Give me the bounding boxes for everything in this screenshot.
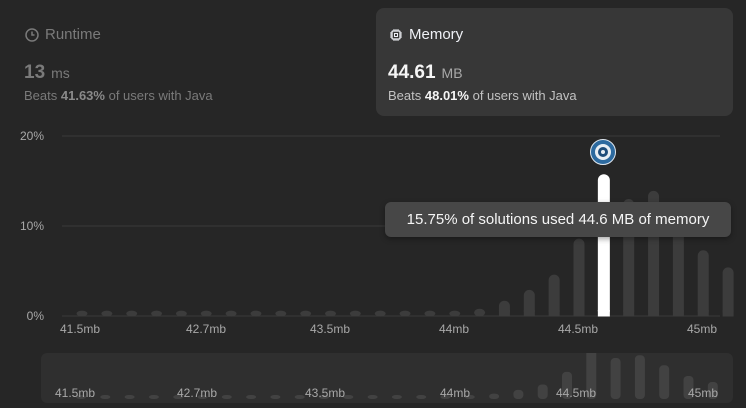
minimap-x-tick-label: 43.5mb xyxy=(305,386,345,400)
chart-range-minimap[interactable]: 41.5mb 42.7mb 43.5mb 44mb 44.5mb 45mb xyxy=(41,353,733,403)
minimap-bar xyxy=(659,365,670,399)
runtime-value: 13 ms xyxy=(24,62,70,84)
chart-bar-base xyxy=(548,310,560,317)
chart-bar xyxy=(250,310,262,317)
chart-bar-base xyxy=(523,310,535,317)
minimap-bar xyxy=(221,395,232,399)
minimap-x-tick-label: 42.7mb xyxy=(177,386,217,400)
runtime-beats-prefix: Beats xyxy=(24,88,58,103)
chart-bar-base xyxy=(722,310,734,317)
memory-beats-pct: 48.01% xyxy=(424,88,469,103)
x-tick-label: 44mb xyxy=(439,322,469,336)
chart-bar xyxy=(101,310,113,317)
chart-bar-base xyxy=(697,310,709,317)
y-tick-label: 0% xyxy=(27,309,45,323)
chart-bar-base xyxy=(573,310,585,317)
chart-bar xyxy=(76,310,88,317)
chart-bar-base xyxy=(623,310,635,317)
chart-bar xyxy=(449,310,461,317)
minimap-bar xyxy=(489,393,500,399)
x-tick-label: 45mb xyxy=(687,322,717,336)
chart-bar xyxy=(325,310,336,317)
memory-card[interactable]: Memory 44.61 MB Beats 48.01% of users wi… xyxy=(376,8,733,116)
runtime-number: 13 xyxy=(24,62,46,83)
chart-bar xyxy=(399,310,411,317)
minimap-x-tick-label: 44.5mb xyxy=(556,386,596,400)
memory-number: 44.61 xyxy=(388,62,436,83)
chart-bar xyxy=(424,310,436,317)
minimap-bar xyxy=(513,389,524,399)
minimap-bar xyxy=(246,395,257,399)
runtime-card[interactable]: Runtime 13 ms Beats 41.63% of users with… xyxy=(12,8,357,116)
minimap-bar xyxy=(294,395,305,399)
x-tick-label: 41.5mb xyxy=(60,322,100,336)
minimap-x-tick-label: 41.5mb xyxy=(55,386,95,400)
highlighted-bar-base xyxy=(597,310,610,317)
avatar xyxy=(590,139,616,165)
chart-bar xyxy=(175,310,187,317)
chart-bar xyxy=(200,310,212,317)
highlighted-bar xyxy=(597,174,610,317)
y-tick-label: 10% xyxy=(20,219,44,233)
minimap-bar xyxy=(124,395,135,399)
runtime-title: Runtime xyxy=(45,26,101,43)
memory-title: Memory xyxy=(409,26,464,43)
minimap-bar xyxy=(367,395,378,399)
x-tick-label: 44.5mb xyxy=(558,322,598,336)
clock-icon xyxy=(24,27,40,43)
minimap-bar xyxy=(416,395,427,399)
memory-beats: Beats 48.01% of users with Java xyxy=(388,88,577,103)
minimap-bar xyxy=(270,395,281,399)
chart-bar xyxy=(697,250,709,317)
chart-bar xyxy=(374,310,386,317)
runtime-unit: ms xyxy=(51,65,70,81)
chart-bar xyxy=(126,310,138,317)
chart-bar xyxy=(722,267,734,317)
minimap-bar xyxy=(391,395,402,399)
memory-value: 44.61 MB xyxy=(388,62,463,84)
chart-bar xyxy=(349,310,361,317)
runtime-beats: Beats 41.63% of users with Java xyxy=(24,88,213,103)
minimap-bar xyxy=(537,384,548,399)
chart-bar xyxy=(151,310,163,317)
chart-bar-base xyxy=(498,310,510,317)
minimap-x-tick-label: 44mb xyxy=(440,386,470,400)
memory-header: Memory xyxy=(388,26,463,43)
chart-bar xyxy=(275,310,287,317)
chart-bar-base xyxy=(648,310,660,317)
memory-beats-prefix: Beats xyxy=(388,88,422,103)
minimap-x-tick-label: 45mb xyxy=(688,386,718,400)
minimap-bar xyxy=(610,358,621,399)
chip-icon xyxy=(388,27,404,43)
minimap-bar xyxy=(148,395,159,399)
runtime-beats-pct: 41.63% xyxy=(60,88,105,103)
x-tick-label: 43.5mb xyxy=(310,322,350,336)
chart-bar xyxy=(300,310,312,317)
runtime-beats-suffix: of users with Java xyxy=(108,88,213,103)
y-tick-label: 20% xyxy=(20,129,44,143)
memory-beats-suffix: of users with Java xyxy=(472,88,577,103)
minimap-bar xyxy=(634,355,645,399)
memory-unit: MB xyxy=(441,65,463,81)
minimap-bar xyxy=(100,395,111,399)
x-tick-label: 42.7mb xyxy=(186,322,226,336)
chart-tooltip: 15.75% of solutions used 44.6 MB of memo… xyxy=(385,202,731,237)
minimap-background xyxy=(41,353,733,403)
chart-bar xyxy=(573,238,585,317)
chart-bar xyxy=(474,308,486,317)
chart-bar xyxy=(225,310,237,317)
chart-bar-base xyxy=(672,310,684,317)
runtime-header: Runtime xyxy=(24,26,101,43)
